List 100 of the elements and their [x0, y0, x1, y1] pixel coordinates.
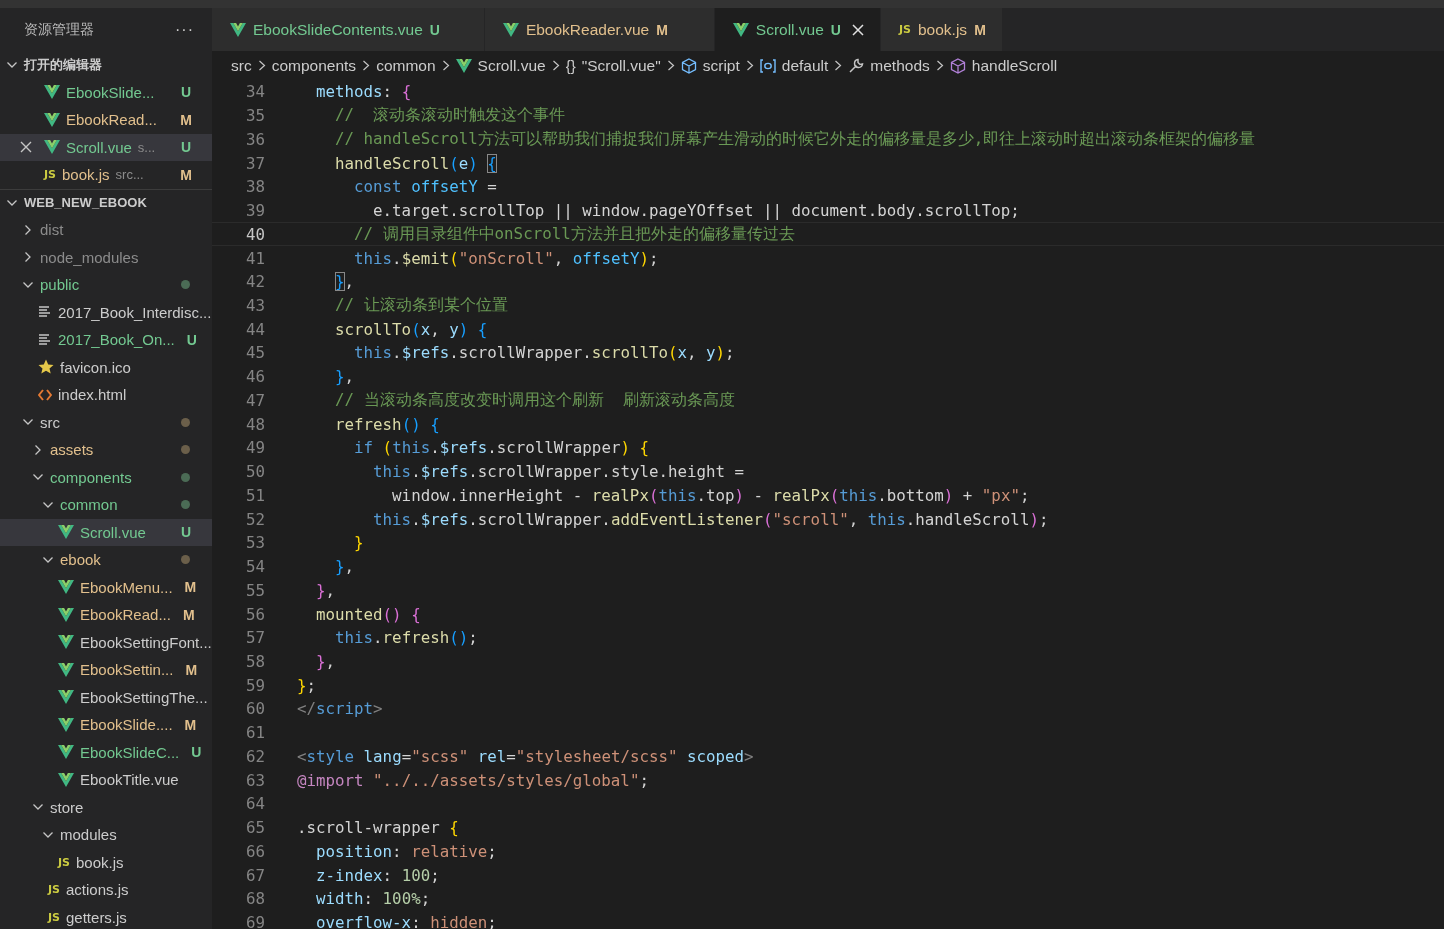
tree-item[interactable]: src: [0, 408, 212, 436]
tree-item[interactable]: dist: [0, 216, 212, 244]
tree-item[interactable]: modules: [0, 821, 212, 849]
vue-icon: [44, 112, 60, 127]
vue-icon: [58, 525, 74, 540]
chevron-right-icon: [935, 60, 944, 71]
code-line: methods: {: [315, 82, 412, 102]
line-number: 67: [244, 865, 265, 885]
code-line: // handleScroll方法可以帮助我们捕捉我们屏幕产生滑动的时候它外走的偏移量是多少,即往上滚动时超出滚动条框架的偏移量: [334, 128, 1256, 150]
vue-icon: [58, 772, 74, 787]
code-line: z-index: 100;: [315, 865, 440, 885]
tree-item[interactable]: favicon.ico: [0, 353, 212, 381]
line-number: 51: [244, 485, 265, 505]
tree-item[interactable]: ebook: [0, 546, 212, 574]
more-actions-icon[interactable]: ···: [175, 20, 194, 39]
git-status: U: [180, 139, 192, 156]
open-editor-item[interactable]: JS book.js src... M: [0, 161, 212, 189]
close-icon[interactable]: [852, 23, 864, 36]
breadcrumb-item[interactable]: "Scroll.vue": [581, 56, 661, 75]
chevron-right-icon: [834, 60, 843, 71]
line-number: 58: [244, 652, 265, 671]
tree-item[interactable]: public: [0, 271, 212, 299]
tree-item[interactable]: index.html: [0, 381, 212, 409]
file-path: s...: [137, 139, 156, 155]
tree-item[interactable]: JS actions.js: [0, 876, 212, 904]
line-number: 61: [244, 723, 265, 743]
editor-tab[interactable]: Scroll.vue U: [714, 8, 881, 51]
code-line: this.refresh();: [334, 628, 478, 648]
tree-item[interactable]: 2017_Book_On... U: [0, 326, 212, 354]
folder-name: components: [50, 468, 132, 486]
breadcrumb-item[interactable]: common: [376, 56, 436, 75]
breadcrumb-item[interactable]: script: [702, 56, 740, 75]
line-number: 60: [244, 699, 265, 719]
tree-item[interactable]: common: [0, 491, 212, 519]
vue-icon: [502, 22, 519, 37]
code-line: this.$emit("onScroll", offsetY);: [353, 248, 659, 268]
git-status: U: [186, 331, 197, 348]
tree-item[interactable]: node_modules: [0, 243, 212, 271]
section-header[interactable]: 打开的编辑器: [24, 55, 102, 74]
code-line: // 当滚动条高度改变时调用这个刷新 刷新滚动条高度: [334, 389, 735, 411]
editor-tab[interactable]: JS book.js M: [881, 8, 1003, 51]
breadcrumb-item[interactable]: src: [231, 56, 252, 75]
tree-item[interactable]: EbookTitle.vue: [0, 766, 212, 794]
code-line: },: [334, 557, 355, 577]
chevron-right-icon: [666, 60, 675, 71]
open-editor-item[interactable]: Scroll.vue s... U: [0, 133, 212, 161]
editor-tab[interactable]: EbookReader.vue M: [484, 8, 715, 51]
breadcrumb-item[interactable]: methods: [870, 56, 930, 75]
code-line: },: [334, 367, 355, 387]
file-name: EbookRead...: [80, 606, 171, 624]
line-number: 36: [244, 129, 265, 149]
breadcrumb-item[interactable]: Scroll.vue: [477, 56, 546, 75]
file-name: EbookRead...: [66, 111, 157, 129]
file-name: Scroll.vue: [80, 523, 146, 541]
breadcrumb-item[interactable]: default: [781, 56, 829, 75]
js-icon: JS: [58, 855, 70, 869]
code-line: this.$refs.scrollWrapper.scrollTo(x, y);: [353, 343, 735, 363]
breadcrumb-item[interactable]: handleScroll: [971, 56, 1058, 75]
file-name: EbookMenu...: [80, 578, 173, 596]
tree-item[interactable]: EbookSettin... M: [0, 656, 212, 684]
line-number: 40: [244, 224, 265, 244]
tree-item[interactable]: EbookSettingThe...: [0, 683, 212, 711]
tree-item[interactable]: 2017_Book_Interdisc...: [0, 298, 212, 326]
line-number: 57: [244, 628, 265, 648]
line-number: 44: [244, 319, 265, 339]
open-editor-item[interactable]: EbookSlide... U: [0, 78, 212, 106]
tree-item[interactable]: EbookSettingFont...: [0, 628, 212, 656]
chevron-right-icon: [257, 60, 266, 71]
code-line: refresh() {: [334, 414, 440, 434]
tree-item[interactable]: assets: [0, 436, 212, 464]
line-number: 68: [244, 889, 265, 909]
tree-item[interactable]: JS getters.js: [0, 903, 212, 929]
folder-name: store: [50, 798, 84, 816]
code-line: position: relative;: [315, 841, 497, 861]
line-number: 37: [244, 153, 265, 173]
git-status: M: [184, 716, 197, 733]
file-name: Scroll.vue: [66, 138, 132, 156]
line-number: 45: [244, 343, 265, 363]
tree-item[interactable]: EbookSlideC... U: [0, 738, 212, 766]
tree-item[interactable]: JS book.js: [0, 848, 212, 876]
line-number: 56: [244, 604, 265, 624]
breadcrumb-item[interactable]: components: [271, 56, 357, 75]
open-editor-item[interactable]: EbookRead... M: [0, 106, 212, 134]
code-line: },: [334, 272, 355, 292]
vue-icon: [44, 140, 60, 155]
tree-item[interactable]: EbookSlide.... M: [0, 711, 212, 739]
folder-name: src: [40, 413, 60, 431]
section-header[interactable]: WEB_NEW_EBOOK: [24, 195, 147, 211]
tree-item[interactable]: Scroll.vue U: [0, 518, 212, 546]
tree-item[interactable]: EbookRead... M: [0, 601, 212, 629]
star-icon: [38, 359, 54, 376]
tree-item[interactable]: store: [0, 793, 212, 821]
vue-icon: [230, 22, 246, 37]
tree-item[interactable]: EbookMenu... M: [0, 573, 212, 601]
code-line: e.target.scrollTop || window.pageYOffset || document.body.scrollTop;: [372, 201, 1020, 221]
vue-icon: [44, 85, 60, 100]
cube-icon: [680, 57, 697, 74]
editor-tab[interactable]: EbookSlideContents.vue U: [212, 8, 485, 51]
tree-item[interactable]: components: [0, 463, 212, 491]
close-icon[interactable]: [20, 141, 32, 154]
